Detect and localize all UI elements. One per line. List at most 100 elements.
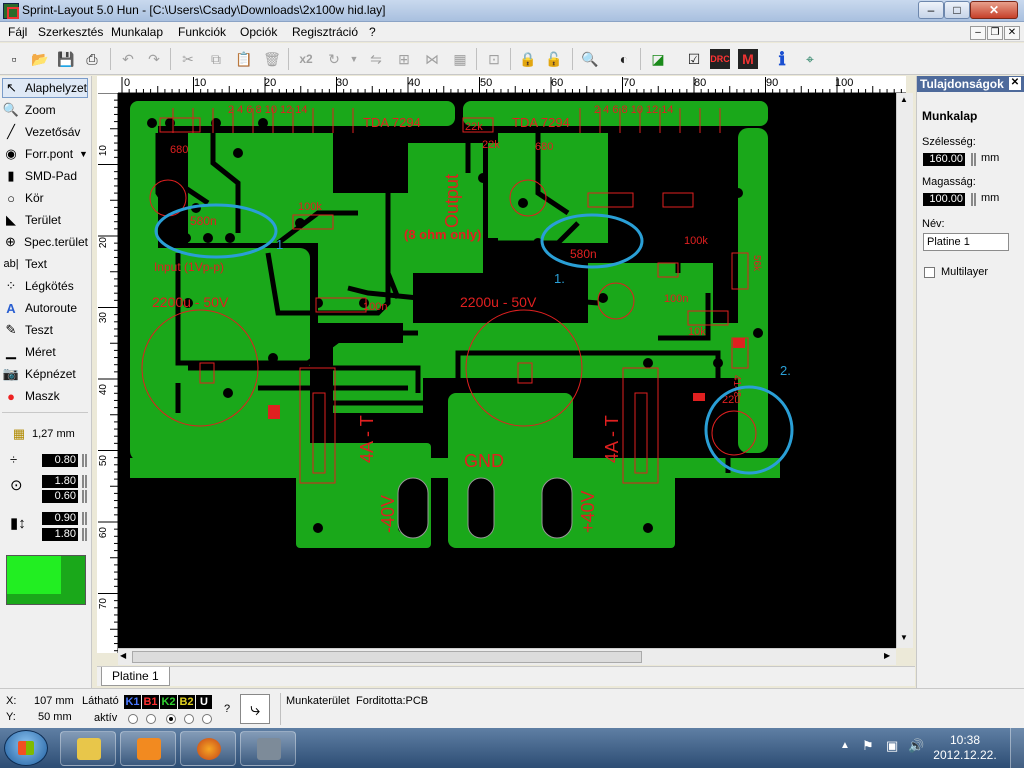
pad-outer-grip[interactable] [82,475,87,488]
tool-circle[interactable]: ○ Kör [2,188,88,208]
tray-expand-icon[interactable]: ▲ [840,740,850,751]
save-icon[interactable]: 💾 [56,49,76,69]
mdi-restore-icon[interactable]: ❐ [987,26,1003,40]
marker-icon[interactable]: M [738,49,758,69]
new-icon[interactable]: ▫ [4,49,24,69]
check-icon[interactable]: ☑ [684,49,704,69]
distribute-icon[interactable]: ⋈ [422,49,442,69]
rotate-icon[interactable]: ↻ [324,49,344,69]
width-value[interactable]: 160.00 [923,153,965,166]
pcb-drawing[interactable]: TDA 7294 TDA 7294 2 4 6 8 10 12 14 2 4 6… [118,93,896,648]
menu-registration[interactable]: Regisztráció [292,25,358,39]
tool-pad[interactable]: ◉ Forr.pont ▼ [2,144,88,164]
drc-icon[interactable]: DRC [710,49,730,69]
scroll-up-icon[interactable]: ▲ [900,95,908,104]
name-input[interactable]: Platine 1 [923,233,1009,251]
layer-k2[interactable]: K2 [160,695,177,709]
close-button[interactable]: ✕ [970,1,1018,19]
tool-select[interactable]: ↖ Alaphelyzet [2,78,88,98]
menu-help[interactable]: ? [369,25,376,39]
tool-measure[interactable]: ▁ Méret [2,342,88,362]
contrast-icon[interactable]: ◐ [614,49,634,69]
undo-icon[interactable]: ↶ [118,49,138,69]
radio-u[interactable] [202,714,212,724]
tool-smd[interactable]: ▮ SMD-Pad [2,166,88,186]
crop-icon[interactable]: ⌖ [800,49,820,69]
chevron-down-icon[interactable]: ▼ [79,149,88,159]
menu-worksheet[interactable]: Munkalap [111,25,163,39]
app-icon[interactable] [3,3,19,19]
layer-b2[interactable]: B2 [178,695,195,709]
smd-width-grip[interactable] [82,512,87,525]
horizontal-scroll-thumb[interactable] [132,651,642,663]
taskbar-sprint-layout[interactable] [240,731,296,766]
height-value[interactable]: 100.00 [923,193,965,206]
taskbar-explorer[interactable] [60,731,116,766]
maximize-button[interactable]: □ [944,1,970,19]
tool-airwire[interactable]: ⁘ Légkötés [2,276,88,296]
scroll-left-icon[interactable]: ◀ [120,651,126,660]
tool-zoom[interactable]: 🔍 Zoom [2,100,88,120]
pad-inner-value[interactable]: 0.60 [42,490,78,503]
vertical-scrollbar[interactable]: ▲ ▼ [896,93,913,648]
delete-icon[interactable]: 🗑 [262,49,282,69]
open-icon[interactable]: 📂 [30,49,50,69]
zoom-icon[interactable]: 🔍 [580,49,600,69]
radio-k2[interactable] [166,714,176,724]
smd-height-value[interactable]: 1.80 [42,528,78,541]
close-icon[interactable]: ✕ [1009,77,1021,90]
duplicate-icon[interactable]: x2 [296,49,316,69]
track-width-grip[interactable] [82,454,87,467]
unlock-icon[interactable]: 🔓 [544,49,564,69]
grid-setting[interactable]: ▦ 1,27 mm [6,426,75,442]
radio-b1[interactable] [146,714,156,724]
volume-icon[interactable]: 🔊 [908,738,924,754]
info-icon[interactable]: ℹ [772,49,792,69]
tool-text[interactable]: ab| Text [2,254,88,274]
width-grip[interactable] [971,153,976,166]
minimize-button[interactable]: – [918,1,944,19]
pad-outer-value[interactable]: 1.80 [42,475,78,488]
menu-functions[interactable]: Funkciók [178,25,226,39]
taskbar-media-player[interactable] [120,731,176,766]
tool-autoroute[interactable]: A Autoroute [2,298,88,318]
tool-area[interactable]: ◣ Terület [2,210,88,230]
tool-track[interactable]: ╱ Vezetősáv [2,122,88,142]
lock-icon[interactable]: 🔒 [518,49,538,69]
print-icon[interactable]: ⎙ [82,49,102,69]
radio-b2[interactable] [184,714,194,724]
macro-icon[interactable]: ◪ [648,49,668,69]
smd-height-grip[interactable] [82,528,87,541]
horizontal-scrollbar[interactable]: ◀ ▶ [118,648,896,665]
show-desktop-button[interactable] [1010,728,1024,768]
start-button[interactable] [4,730,48,766]
grid-snap-icon[interactable]: ▦ [450,49,470,69]
tool-photoview[interactable]: 📷 Képnézet [2,364,88,384]
clock[interactable]: 10:38 2012.12.22. [930,733,1000,763]
tool-mask[interactable]: ● Maszk [2,386,88,406]
flag-icon[interactable]: ⚑ [862,738,874,754]
mdi-minimize-icon[interactable]: – [970,26,986,40]
tab-platine-1[interactable]: Platine 1 [101,667,170,686]
scroll-right-icon[interactable]: ▶ [884,651,890,660]
tool-special-area[interactable]: ⊕ Spec.terület [2,232,88,252]
mirror-icon[interactable]: ⇋ [366,49,386,69]
radio-k1[interactable] [128,714,138,724]
layer-color-swatch[interactable] [6,555,86,605]
copy-icon[interactable]: ⧉ [206,49,226,69]
redo-icon[interactable]: ↷ [144,49,164,69]
menu-file[interactable]: Fájl [8,25,27,39]
paste-icon[interactable]: 📋 [234,49,254,69]
help-mark[interactable]: ? [224,703,230,715]
align-icon[interactable]: ⊞ [394,49,414,69]
chevron-down-icon[interactable]: ▼ [344,49,364,69]
pcb-canvas[interactable]: TDA 7294 TDA 7294 2 4 6 8 10 12 14 2 4 6… [118,93,896,648]
group-icon[interactable]: ⊡ [484,49,504,69]
cut-icon[interactable]: ✂ [178,49,198,69]
layer-b1[interactable]: B1 [142,695,159,709]
layer-u[interactable]: U [196,695,212,709]
smd-width-value[interactable]: 0.90 [42,512,78,525]
menu-options[interactable]: Opciók [240,25,277,39]
connection-icon[interactable]: ⤷ [240,694,270,724]
network-icon[interactable]: ▣ [886,738,898,754]
